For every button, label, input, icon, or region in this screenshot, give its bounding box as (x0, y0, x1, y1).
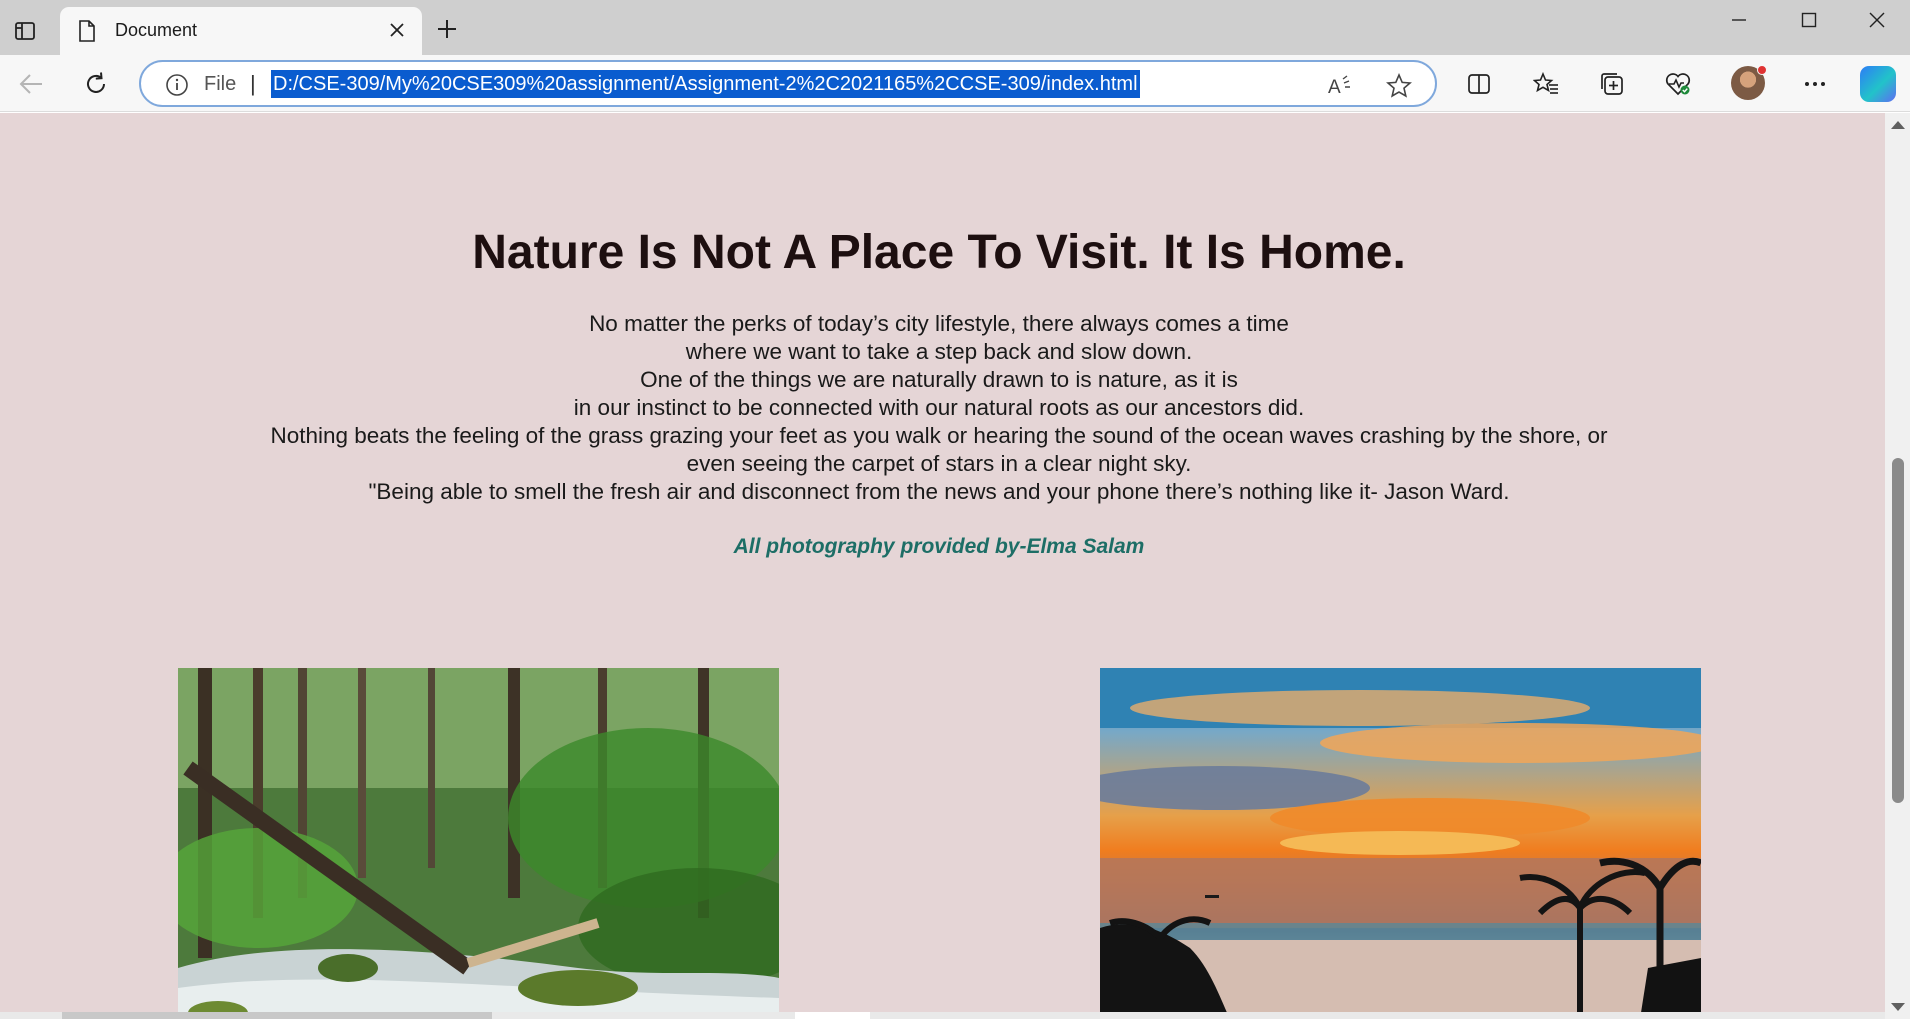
copilot-icon[interactable] (1860, 66, 1896, 102)
paragraph-line: Nothing beats the feeling of the grass g… (270, 423, 1608, 448)
address-bar[interactable]: File | D:/CSE-309/My%20CSE309%20assignme… (139, 60, 1437, 107)
browser-tab[interactable]: Document (60, 7, 422, 55)
notification-dot (1757, 65, 1767, 75)
maximize-icon[interactable] (1777, 0, 1841, 40)
vertical-scrollbar[interactable] (1885, 113, 1910, 1019)
horizontal-scrollbar-segment (795, 1012, 870, 1019)
horizontal-scrollbar-thumb[interactable] (62, 1012, 492, 1019)
browser-titlebar: Document (0, 0, 1910, 55)
intro-paragraph: No matter the perks of today’s city life… (0, 310, 1878, 506)
browser-toolbar: File | D:/CSE-309/My%20CSE309%20assignme… (0, 55, 1910, 112)
plus-icon[interactable] (430, 12, 464, 46)
url-separator: | (250, 71, 256, 96)
read-aloud-icon[interactable]: A (1325, 71, 1355, 101)
avatar[interactable] (1731, 65, 1767, 100)
svg-text:A: A (1328, 77, 1341, 98)
minimize-icon[interactable] (1707, 0, 1771, 40)
close-tab-icon[interactable] (384, 17, 410, 43)
ocean-sunset-photo (1100, 668, 1701, 1019)
info-icon[interactable] (165, 73, 189, 102)
url-scheme-label: File (204, 73, 237, 95)
paragraph-line: No matter the perks of today’s city life… (589, 311, 1289, 336)
photo-credit: All photography provided by-Elma Salam (733, 535, 1145, 558)
paragraph-line: even seeing the carpet of stars in a cle… (686, 451, 1192, 476)
favorites-icon[interactable] (1526, 64, 1566, 104)
arrow-left-icon[interactable] (11, 64, 51, 104)
page-viewport: Nature Is Not A Place To Visit. It Is Ho… (0, 113, 1885, 1019)
refresh-icon[interactable] (76, 64, 116, 104)
collections-icon[interactable] (1592, 64, 1632, 104)
split-screen-icon[interactable] (1459, 64, 1499, 104)
heart-pulse-icon[interactable] (1658, 64, 1698, 104)
paragraph-line: where we want to take a step back and sl… (685, 339, 1193, 364)
page-headline: Nature Is Not A Place To Visit. It Is Ho… (472, 226, 1406, 279)
paragraph-line: in our instinct to be connected with our… (573, 395, 1305, 420)
horizontal-scrollbar[interactable] (0, 1012, 1885, 1019)
url-input[interactable]: D:/CSE-309/My%20CSE309%20assignment/Assi… (271, 70, 1140, 98)
scroll-up-icon[interactable] (1891, 121, 1905, 129)
tab-title: Document (115, 20, 198, 40)
paragraph-line: "Being able to smell the fresh air and d… (368, 479, 1510, 504)
scroll-down-icon[interactable] (1891, 1003, 1905, 1011)
more-icon[interactable] (1795, 64, 1835, 104)
forest-stream-photo (178, 668, 779, 1019)
page-icon (78, 20, 96, 47)
close-window-icon[interactable] (1845, 0, 1909, 40)
tab-actions-icon[interactable] (8, 14, 42, 48)
paragraph-line: One of the things we are naturally drawn… (640, 367, 1238, 392)
star-icon[interactable] (1384, 71, 1414, 101)
scrollbar-thumb[interactable] (1892, 458, 1904, 803)
